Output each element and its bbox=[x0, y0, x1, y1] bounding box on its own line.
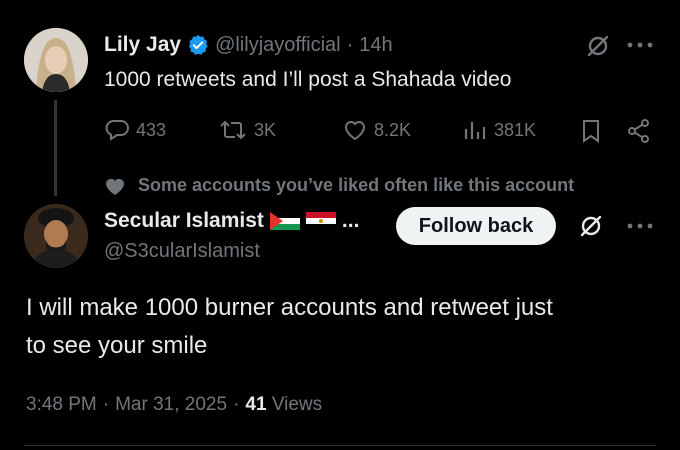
avatar-portrait-icon bbox=[24, 28, 88, 92]
avatar-portrait-icon bbox=[24, 204, 88, 268]
reply-count: 433 bbox=[136, 119, 167, 140]
handle[interactable]: @S3cularIslamist bbox=[104, 240, 260, 263]
views-label: Views bbox=[271, 394, 323, 415]
reply-icon bbox=[104, 118, 130, 142]
more-icon[interactable] bbox=[626, 219, 654, 233]
heart-icon bbox=[104, 176, 126, 196]
grok-icon[interactable] bbox=[578, 213, 604, 239]
separator-dot: · bbox=[346, 33, 354, 56]
separator-dot: · bbox=[233, 394, 240, 415]
views-stat[interactable]: 41 Views bbox=[245, 394, 322, 416]
reply-button[interactable]: 433 bbox=[104, 118, 166, 142]
timestamp[interactable]: 14h bbox=[359, 34, 392, 57]
avatar-lily-jay[interactable] bbox=[24, 28, 88, 92]
divider bbox=[24, 445, 656, 446]
views-count: 381K bbox=[494, 119, 537, 140]
views-button[interactable]: 381K bbox=[462, 118, 536, 142]
more-icon[interactable] bbox=[626, 38, 654, 52]
verified-badge-icon bbox=[187, 34, 209, 56]
parent-tweet-text: 1000 retweets and I’ll post a Shahada vi… bbox=[104, 68, 512, 91]
thread-connector-line bbox=[54, 100, 57, 196]
tweet-date[interactable]: Mar 31, 2025 bbox=[115, 394, 227, 416]
separator-dot: · bbox=[102, 394, 110, 415]
reply-text-line-1: I will make 1000 burner accounts and ret… bbox=[26, 294, 553, 321]
handle[interactable]: @lilyjayofficial bbox=[215, 34, 341, 57]
tweet-time[interactable]: 3:48 PM bbox=[26, 394, 97, 416]
social-context: Some accounts you’ve liked often like th… bbox=[104, 175, 574, 196]
bookmark-icon[interactable] bbox=[580, 118, 602, 144]
like-icon bbox=[342, 118, 368, 142]
retweet-count: 3K bbox=[254, 119, 277, 140]
follow-back-button[interactable]: Follow back bbox=[396, 207, 556, 245]
name-ellipsis: ... bbox=[341, 209, 360, 232]
like-button[interactable]: 8.2K bbox=[342, 118, 411, 142]
display-name[interactable]: Lily Jay bbox=[104, 33, 181, 57]
avatar-secular-islamist[interactable] bbox=[24, 204, 88, 268]
views-icon bbox=[462, 118, 488, 142]
reply-tweet-header: Secular Islamist ... bbox=[104, 206, 359, 236]
like-count: 8.2K bbox=[374, 119, 412, 140]
reply-tweet-text: I will make 1000 burner accounts and ret… bbox=[26, 289, 553, 365]
view-count: 41 bbox=[245, 394, 267, 415]
tweet-metadata: 3:48 PM · Mar 31, 2025 · 41 Views bbox=[26, 394, 322, 416]
palestine-flag-icon bbox=[269, 212, 300, 230]
social-context-text: Some accounts you’ve liked often like th… bbox=[138, 175, 575, 195]
display-name[interactable]: Secular Islamist bbox=[104, 209, 264, 233]
egypt-flag-icon bbox=[305, 212, 336, 230]
parent-tweet-header: Lily Jay @lilyjayofficial · 14h bbox=[104, 30, 393, 60]
retweet-button[interactable]: 3K bbox=[218, 118, 276, 142]
grok-icon[interactable] bbox=[585, 33, 611, 59]
reply-text-line-2: to see your smile bbox=[26, 332, 208, 359]
share-icon[interactable] bbox=[626, 118, 652, 144]
retweet-icon bbox=[218, 118, 248, 142]
